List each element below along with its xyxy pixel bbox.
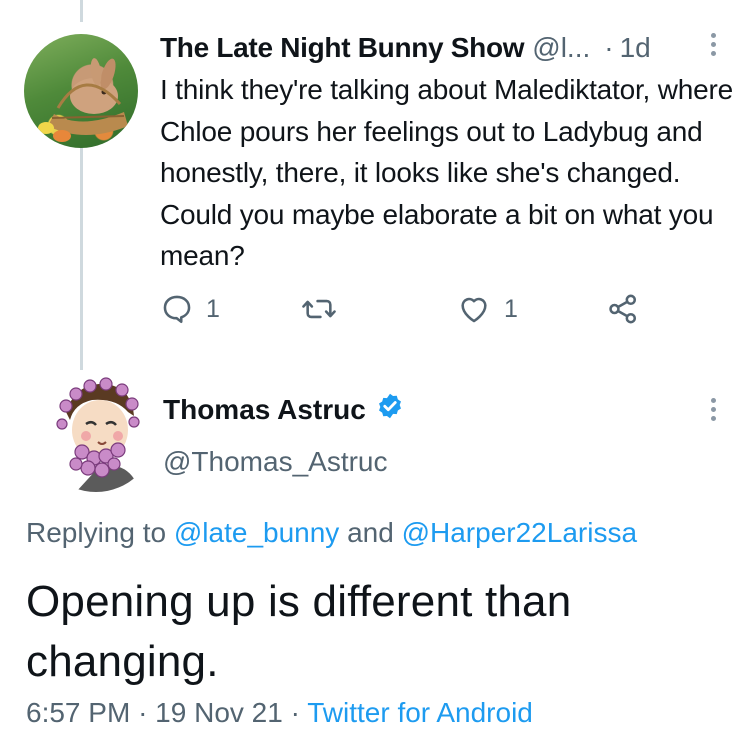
retweet-icon [302, 299, 336, 319]
author-handle[interactable]: @Thomas_Astruc [163, 446, 388, 478]
tweet-date[interactable]: 19 Nov 21 [155, 697, 283, 728]
reply-button[interactable]: 1 [160, 292, 220, 326]
separator: · [604, 32, 614, 63]
author-name[interactable]: Thomas Astruc [163, 392, 404, 427]
client-link[interactable]: Twitter for Android [307, 697, 533, 728]
avatar[interactable] [36, 372, 156, 492]
timestamp[interactable]: 1d [620, 32, 651, 64]
separator: · [290, 697, 300, 728]
more-vertical-icon[interactable] [709, 33, 717, 56]
heart-icon [461, 297, 487, 323]
verified-badge-icon [376, 392, 404, 427]
like-count: 1 [504, 294, 518, 323]
replying-prefix: Replying to [26, 517, 167, 548]
reply-tweet-header: The Late Night Bunny Show @l... · 1d [160, 31, 725, 65]
share-button[interactable] [606, 292, 640, 326]
tweet-actions: 1 1 [160, 292, 660, 332]
thread-line [80, 145, 83, 370]
display-name[interactable]: Thomas Astruc [163, 394, 366, 426]
more-vertical-icon[interactable] [709, 398, 717, 421]
bunny-picture [38, 58, 128, 142]
tweet-text: Opening up is different than changing. [26, 577, 572, 686]
separator: · [138, 697, 148, 728]
verified-badge-svg [378, 393, 401, 419]
handle[interactable]: @l... [532, 32, 590, 64]
tweet-text: I think they're talking about Malediktat… [160, 74, 733, 271]
avatar[interactable] [24, 34, 138, 148]
replying-and: and [347, 517, 394, 548]
thread-line-top [80, 0, 83, 22]
reply-count: 1 [206, 294, 220, 323]
reply-icon [163, 295, 191, 324]
tweet-time[interactable]: 6:57 PM [26, 697, 130, 728]
author-avatar-picture [36, 372, 156, 492]
mention-link[interactable]: @Harper22Larissa [402, 517, 637, 548]
mention-link[interactable]: @late_bunny [174, 517, 339, 548]
like-button[interactable]: 1 [456, 292, 518, 326]
share-icon [609, 294, 637, 324]
display-name[interactable]: The Late Night Bunny Show [160, 32, 525, 64]
tweet-meta: 6:57 PM · 19 Nov 21 · Twitter for Androi… [26, 697, 533, 729]
retweet-button[interactable] [300, 292, 350, 326]
replying-to: Replying to @late_bunny and @Harper22Lar… [26, 517, 637, 549]
